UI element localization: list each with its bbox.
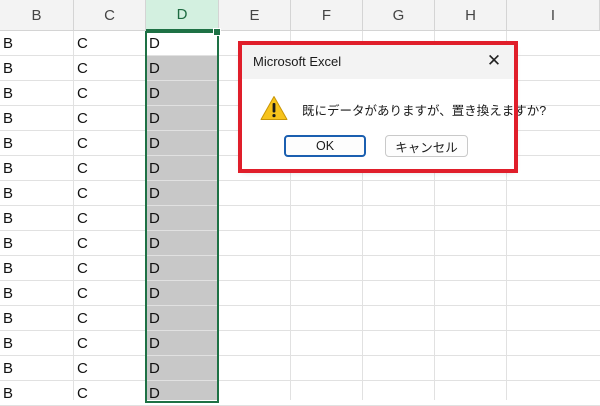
table-cell[interactable]: B bbox=[0, 156, 72, 181]
table-cell[interactable]: B bbox=[0, 381, 72, 406]
column-header-f[interactable]: F bbox=[291, 0, 363, 31]
table-cell[interactable]: C bbox=[74, 81, 146, 106]
column-header-i[interactable]: I bbox=[507, 0, 600, 31]
table-cell[interactable]: C bbox=[74, 206, 146, 231]
table-cell[interactable]: C bbox=[74, 156, 146, 181]
table-cell[interactable]: C bbox=[74, 231, 146, 256]
table-cell[interactable]: C bbox=[74, 281, 146, 306]
table-cell[interactable]: C bbox=[74, 131, 146, 156]
table-cell[interactable]: B bbox=[0, 256, 72, 281]
table-cell[interactable]: C bbox=[74, 306, 146, 331]
column-header-e[interactable]: E bbox=[219, 0, 291, 31]
table-cell[interactable]: B bbox=[0, 31, 72, 56]
table-cell[interactable]: B bbox=[0, 56, 72, 81]
table-cell[interactable]: B bbox=[0, 281, 72, 306]
column-header-c[interactable]: C bbox=[74, 0, 146, 31]
table-cell[interactable]: B bbox=[0, 81, 72, 106]
fill-handle[interactable] bbox=[213, 28, 221, 36]
column-header-h[interactable]: H bbox=[435, 0, 507, 31]
table-cell[interactable]: B bbox=[0, 131, 72, 156]
table-cell[interactable]: B bbox=[0, 181, 72, 206]
column-selection-border bbox=[145, 31, 219, 403]
table-cell[interactable]: B bbox=[0, 306, 72, 331]
table-cell[interactable]: B bbox=[0, 331, 72, 356]
table-cell[interactable]: C bbox=[74, 381, 146, 406]
column-header-b[interactable]: B bbox=[0, 0, 74, 31]
table-cell[interactable]: B bbox=[0, 356, 72, 381]
table-cell[interactable]: C bbox=[74, 256, 146, 281]
column-header-g[interactable]: G bbox=[363, 0, 435, 31]
table-cell[interactable]: B bbox=[0, 206, 72, 231]
dialog-highlight-frame bbox=[238, 41, 518, 173]
table-cell[interactable]: B bbox=[0, 106, 72, 131]
table-cell[interactable]: C bbox=[74, 356, 146, 381]
column-header-d[interactable]: D bbox=[146, 0, 219, 31]
table-cell[interactable]: C bbox=[74, 331, 146, 356]
table-cell[interactable]: C bbox=[74, 56, 146, 81]
table-cell[interactable]: C bbox=[74, 106, 146, 131]
table-cell[interactable]: C bbox=[74, 31, 146, 56]
table-cell[interactable]: C bbox=[74, 181, 146, 206]
table-cell[interactable]: B bbox=[0, 231, 72, 256]
